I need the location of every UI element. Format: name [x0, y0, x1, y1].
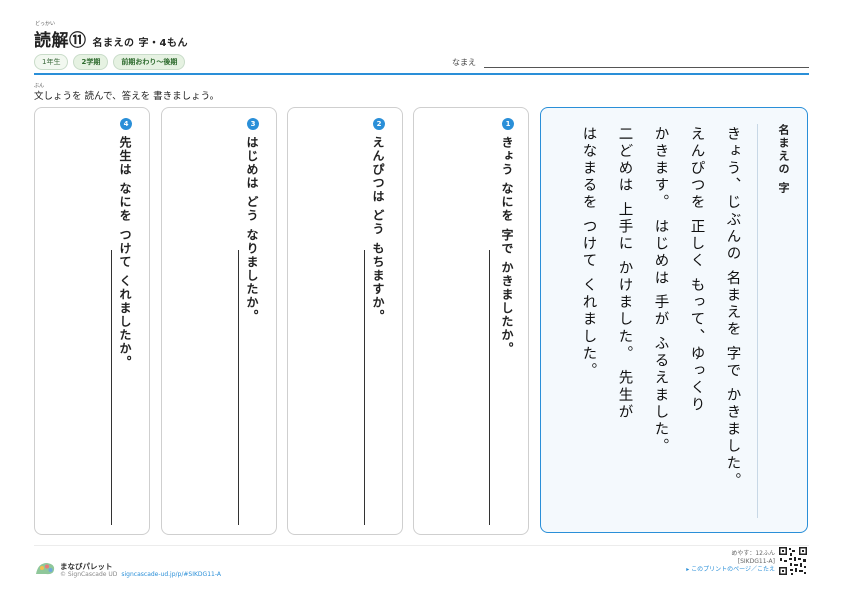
- footer-info: めやす：12ふん [SIKDG11-A] ▸ このプリントのページ／こたえ: [686, 550, 775, 574]
- question-box-4: 4 先生は なにを つけて くれましたか。: [34, 107, 150, 535]
- question-box-1: 1 きょう なにを 字で かきましたか。: [413, 107, 529, 535]
- passage-line-4: 二どめは 上手に かけました。 先生が: [616, 126, 633, 422]
- footer-divider: [34, 545, 809, 546]
- passage-line-5: はなまるを つけて くれました。: [580, 126, 597, 380]
- passage-line-3: かきます。 はじめは 手が ふるえました。: [652, 126, 669, 456]
- name-label: なまえ: [452, 58, 476, 67]
- passage-title-divider: [757, 124, 758, 518]
- answer-line[interactable]: [238, 250, 239, 525]
- copyright: © SignCascade UD signcascade-ud.jp/p/#SIK…: [60, 571, 221, 578]
- worksheet-title: 読解⑪ 名まえの 字・4もん: [34, 26, 188, 51]
- question-number-badge: 2: [373, 118, 385, 130]
- qr-code-icon[interactable]: [778, 546, 808, 576]
- passage-box: 名まえの 字 きょう、じぶんの 名まえを 字で かきました。 えんぴつを 正しく…: [540, 107, 808, 533]
- name-field[interactable]: [484, 67, 809, 68]
- header-divider: [34, 73, 809, 75]
- palette-logo-icon: [36, 563, 55, 575]
- passage-line-2: えんぴつを 正しく もって、ゆっくり: [688, 126, 705, 415]
- instruction-text: 文しょうを 読んで、答えを 書きましょう。: [34, 91, 220, 102]
- question-box-2: 2 えんぴつは どう もちますか。: [287, 107, 403, 535]
- question-text: えんぴつは どう もちますか。: [371, 136, 385, 323]
- copyright-text: © SignCascade UD: [60, 571, 118, 578]
- answer-line[interactable]: [364, 250, 365, 525]
- question-text: 先生は なにを つけて くれましたか。: [118, 136, 132, 370]
- time-estimate: めやす：12ふん: [731, 550, 775, 557]
- question-text: はじめは どう なりましたか。: [245, 136, 259, 323]
- question-number-badge: 3: [247, 118, 259, 130]
- title-subtitle: 名まえの 字・4もん: [92, 38, 188, 49]
- worksheet-code: [SIKDG11-A]: [737, 558, 775, 566]
- answer-line[interactable]: [111, 250, 112, 525]
- question-number-badge: 4: [120, 118, 132, 130]
- chip-grade: 1年生: [34, 54, 69, 70]
- footer-url-link[interactable]: signcascade-ud.jp/p/#SIKDG11-A: [121, 571, 221, 578]
- title-main: 読解⑪: [34, 31, 87, 51]
- answer-line[interactable]: [489, 250, 490, 525]
- chip-period: 前期おわり～後期: [113, 54, 186, 70]
- chip-term: 2学期: [73, 54, 109, 70]
- passage-title: 名まえの 字: [777, 124, 790, 195]
- question-box-3: 3 はじめは どう なりましたか。: [161, 107, 277, 535]
- answers-page-link[interactable]: ▸ このプリントのページ／こたえ: [686, 566, 775, 574]
- passage-line-1: きょう、じぶんの 名まえを 字で かきました。: [724, 126, 741, 490]
- question-number-badge: 1: [502, 118, 514, 130]
- question-text: きょう なにを 字で かきましたか。: [500, 136, 514, 356]
- tag-chips: 1年生 2学期 前期おわり～後期: [34, 54, 186, 70]
